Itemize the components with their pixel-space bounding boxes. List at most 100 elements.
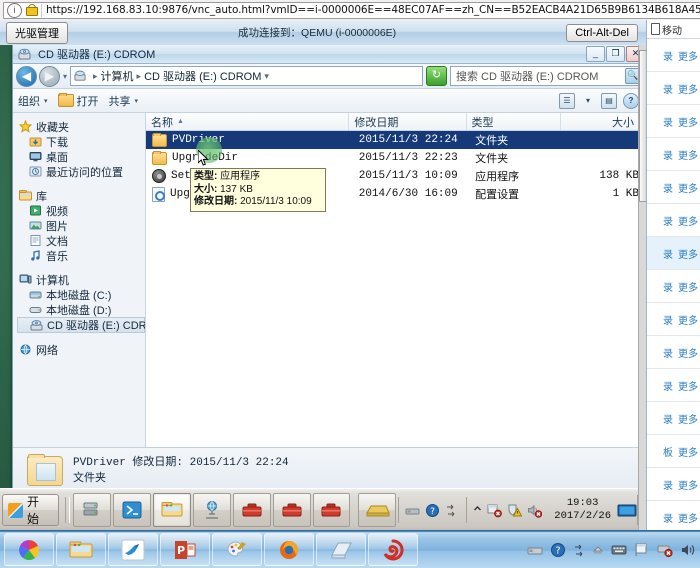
taskbar-gold-bar[interactable]	[358, 493, 397, 527]
list-item[interactable]: 录更多	[647, 468, 700, 501]
row-action-more[interactable]: 更多	[678, 81, 698, 96]
file-list-pane[interactable]: 名称 ▲ 修改日期 类型 大小 PVDriver 2015/11/3 22:24…	[146, 113, 646, 447]
taskbar-bluebird[interactable]	[108, 533, 158, 566]
sidebar-item-local-disk-c[interactable]: 本地磁盘 (C:)	[17, 287, 145, 302]
sidebar-item-videos[interactable]: 视频	[17, 203, 145, 218]
flag-error-icon[interactable]	[487, 503, 503, 518]
taskbar-powershell[interactable]	[113, 493, 152, 527]
taskbar-explorer[interactable]	[153, 493, 191, 527]
screen-icon[interactable]	[617, 503, 637, 518]
row-action-more[interactable]: 更多	[678, 411, 698, 426]
explorer-window[interactable]: CD 驱动器 (E:) CDROM _ ❐ ✕ ◀ ▶ ▾ ▸ 计算机 ▸ CD…	[12, 45, 646, 494]
taskbar-explorer[interactable]	[56, 533, 106, 566]
row-action-1[interactable]: 录	[663, 114, 673, 129]
list-item[interactable]: 板更多	[647, 435, 700, 468]
forward-button[interactable]: ▶	[39, 65, 60, 87]
list-item[interactable]: 录更多	[647, 270, 700, 303]
row-action-more[interactable]: 更多	[678, 345, 698, 360]
list-item[interactable]: 录更多	[647, 138, 700, 171]
breadcrumb-item-cddrive[interactable]: CD 驱动器 (E:) CDROM	[144, 68, 261, 84]
history-dropdown-icon[interactable]: ▾	[63, 72, 67, 81]
row-action-1[interactable]: 录	[663, 81, 673, 96]
list-item[interactable]: 录更多	[647, 402, 700, 435]
list-item[interactable]: 录更多	[647, 237, 700, 270]
share-button[interactable]: 共享 ▾	[109, 93, 139, 109]
list-item[interactable]: 录更多	[647, 303, 700, 336]
back-button[interactable]: ◀	[16, 65, 37, 87]
sidebar-item-documents[interactable]: 文档	[17, 233, 145, 248]
row-action-more[interactable]: 更多	[678, 444, 698, 459]
list-item[interactable]: 录更多	[647, 72, 700, 105]
row-action-1[interactable]: 录	[663, 147, 673, 162]
help-icon[interactable]: ?	[623, 92, 639, 109]
list-item[interactable]: 录更多	[647, 204, 700, 237]
help-icon[interactable]: ?	[550, 542, 566, 558]
row-action-1[interactable]: 录	[663, 411, 673, 426]
row-action-more[interactable]: 更多	[678, 279, 698, 294]
url-input[interactable]: i https://192.168.83.10:9876/vnc_auto.ht…	[3, 1, 700, 19]
shield-warning-icon[interactable]	[507, 503, 523, 518]
view-list-icon[interactable]: ☰	[559, 92, 575, 109]
row-action-more[interactable]: 更多	[678, 180, 698, 195]
sidebar-item-recent-places[interactable]: 最近访问的位置	[17, 164, 145, 179]
input-method-icon[interactable]	[611, 542, 627, 558]
row-action-more[interactable]: 更多	[678, 312, 698, 327]
row-action-more[interactable]: 更多	[678, 477, 698, 492]
list-item[interactable]: 录更多	[647, 105, 700, 138]
cdrom-manage-button[interactable]: 光驱管理	[6, 21, 68, 44]
start-button[interactable]: 开始	[2, 494, 59, 526]
preview-pane-icon[interactable]: ▤	[601, 92, 617, 109]
row-action-1[interactable]: 录	[663, 246, 673, 261]
taskbar-internet[interactable]	[192, 493, 231, 527]
action-center-help-icon[interactable]: ?	[425, 503, 440, 518]
column-header-name[interactable]: 名称 ▲	[146, 113, 350, 130]
organize-button[interactable]: 组织 ▾	[18, 93, 48, 109]
row-action-1[interactable]: 板	[663, 444, 673, 459]
network-error-icon[interactable]	[657, 542, 673, 558]
sidebar-item-cd-drive[interactable]: CD 驱动器 (E:) CDR	[17, 317, 145, 333]
volume-icon[interactable]	[680, 542, 696, 558]
background-page-right-column[interactable]: 移动 录更多 录更多 录更多 录更多 录更多 录更多 录更多 录更多 录更多 录…	[646, 20, 700, 530]
sidebar-item-favorites[interactable]: 收藏夹	[17, 119, 145, 134]
show-hidden-icons-icon[interactable]	[473, 503, 482, 518]
ctrl-alt-del-button[interactable]: Ctrl-Alt-Del	[566, 23, 638, 42]
taskbar-toolbox[interactable]	[272, 493, 311, 527]
row-action-1[interactable]: 录	[663, 48, 673, 63]
row-action-1[interactable]: 录	[663, 378, 673, 393]
taskbar-pinwheel[interactable]	[4, 533, 54, 566]
site-info-icon[interactable]: i	[7, 2, 22, 18]
taskbar-toolbox[interactable]	[232, 493, 271, 527]
sidebar-item-local-disk-d[interactable]: 本地磁盘 (D:)	[17, 302, 145, 317]
taskbar-red-swirl[interactable]	[368, 533, 418, 566]
column-header-date[interactable]: 修改日期	[349, 113, 467, 130]
flag-icon[interactable]	[634, 542, 650, 558]
refresh-button[interactable]: ↻	[426, 66, 447, 86]
taskbar-firefox[interactable]	[264, 533, 314, 566]
taskbar-notepad[interactable]	[316, 533, 366, 566]
explorer-title-bar[interactable]: CD 驱动器 (E:) CDROM _ ❐ ✕	[13, 45, 646, 64]
row-action-more[interactable]: 更多	[678, 147, 698, 162]
tray-expand-icon[interactable]	[445, 503, 460, 518]
list-item[interactable]: 录更多	[647, 39, 700, 72]
list-item[interactable]: 录更多	[647, 501, 700, 530]
open-button[interactable]: 打开	[57, 93, 99, 109]
list-item[interactable]: 录更多	[647, 336, 700, 369]
taskbar-toolbox[interactable]	[312, 493, 351, 527]
address-breadcrumb-bar[interactable]: ▸ 计算机 ▸ CD 驱动器 (E:) CDROM ▾	[70, 66, 423, 86]
taskbar-powerpoint[interactable]: P	[160, 533, 210, 566]
breadcrumb-dropdown-icon[interactable]: ▾	[264, 71, 269, 82]
sidebar-item-libraries[interactable]: 库	[17, 188, 145, 203]
restore-button[interactable]: ❐	[606, 46, 625, 62]
column-header-type[interactable]: 类型	[467, 113, 562, 130]
network-tray-icon[interactable]	[527, 542, 543, 558]
row-action-more[interactable]: 更多	[678, 114, 698, 129]
vm-clock[interactable]: 19:03 2017/2/26	[548, 497, 617, 523]
list-item[interactable]: 录更多	[647, 171, 700, 204]
row-action-1[interactable]: 录	[663, 213, 673, 228]
minimize-button[interactable]: _	[586, 46, 605, 62]
sidebar-item-pictures[interactable]: 图片	[17, 218, 145, 233]
row-action-more[interactable]: 更多	[678, 213, 698, 228]
list-item[interactable]: 录更多	[647, 369, 700, 402]
row-action-more[interactable]: 更多	[678, 246, 698, 261]
sidebar-item-downloads[interactable]: 下载	[17, 134, 145, 149]
